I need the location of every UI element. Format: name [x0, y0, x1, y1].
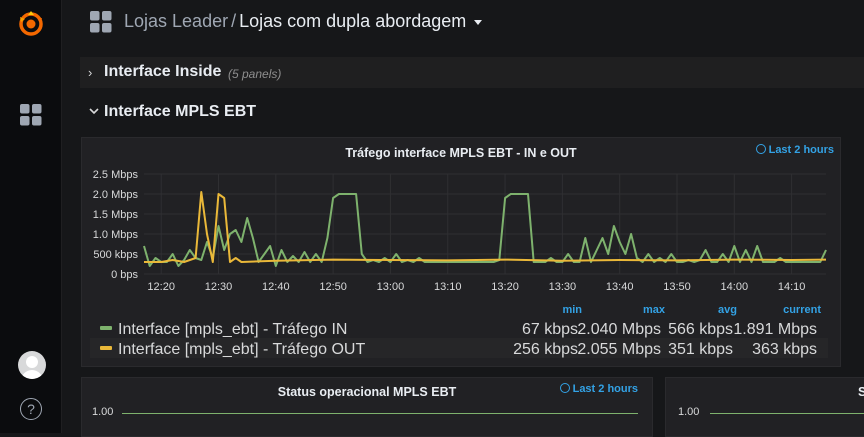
- y-tick-label: 2.0 Mbps: [93, 189, 139, 201]
- x-tick-label: 13:30: [549, 281, 577, 292]
- clock-icon: [755, 144, 766, 154]
- panel-right-partial: S 1.00: [665, 377, 864, 437]
- series-in-name[interactable]: Interface [mpls_ebt] - Tráfego IN: [118, 321, 347, 339]
- x-tick-label: 12:30: [205, 281, 233, 292]
- panel-time-info: Last 2 hours: [755, 144, 834, 156]
- y-tick-label: 2.5 Mbps: [93, 169, 139, 181]
- row-interface-inside[interactable]: › Interface Inside (5 panels): [80, 57, 864, 88]
- panel-status: Status operacional MPLS EBT Last 2 hours…: [81, 377, 653, 437]
- y-axis-top-label: 1.00: [678, 406, 700, 418]
- series-out-current: 363 kbps: [752, 341, 817, 358]
- y-tick-label: 500 kbps: [93, 249, 138, 261]
- series-in-avg: 566 kbps: [668, 321, 733, 338]
- x-tick-label: 13:10: [434, 281, 462, 292]
- chevron-down-icon[interactable]: [89, 108, 99, 116]
- top-navbar: Lojas Leader / Lojas com dupla abordagem: [62, 0, 864, 46]
- grafana-logo-icon[interactable]: [16, 8, 46, 38]
- clock-icon: [559, 383, 570, 393]
- legend-header-current[interactable]: current: [751, 304, 821, 316]
- time-info-label: Last 2 hours: [768, 144, 834, 156]
- breadcrumb[interactable]: Lojas Leader / Lojas com dupla abordagem: [124, 11, 483, 32]
- x-tick-label: 14:00: [721, 281, 749, 292]
- series-out-line[interactable]: [144, 191, 827, 263]
- series-out-swatch[interactable]: [100, 346, 112, 350]
- series-in-swatch[interactable]: [100, 326, 112, 330]
- series-out-name[interactable]: Interface [mpls_ebt] - Tráfego OUT: [118, 341, 365, 359]
- dashboards-icon[interactable]: [20, 104, 42, 131]
- status-line: [710, 413, 864, 414]
- dashboard-title[interactable]: Lojas com dupla abordagem: [239, 11, 466, 31]
- series-in-current: 1.891 Mbps: [733, 321, 817, 338]
- row-title[interactable]: Interface MPLS EBT: [104, 103, 256, 121]
- x-tick-label: 14:10: [778, 281, 806, 292]
- user-avatar[interactable]: [18, 351, 46, 379]
- legend-header-avg[interactable]: avg: [677, 304, 737, 316]
- series-out-max: 2.055 Mbps: [577, 341, 661, 358]
- series-in-line[interactable]: [143, 193, 827, 267]
- traffic-chart[interactable]: 0 bps 500 kbps 1.0 Mbps 1.5 Mbps 2.0 Mbps 2.5…: [82, 162, 840, 292]
- y-axis-top-label: 1.00: [92, 406, 114, 418]
- y-tick-label: 1.5 Mbps: [93, 209, 139, 221]
- series-in-max: 2.040 Mbps: [577, 321, 661, 338]
- x-tick-label: 12:20: [147, 281, 175, 292]
- series-out-min: 256 kbps: [513, 341, 578, 358]
- row-panel-count: (5 panels): [228, 67, 282, 81]
- y-tick-label: 0 bps: [111, 269, 138, 281]
- panel-traffic: Tráfego interface MPLS EBT - IN e OUT La…: [81, 137, 841, 367]
- row-interface-mpls-ebt[interactable]: Interface MPLS EBT: [80, 97, 864, 128]
- folder-link[interactable]: Lojas Leader: [124, 11, 228, 31]
- x-tick-label: 13:00: [377, 281, 405, 292]
- x-tick-label: 13:40: [606, 281, 634, 292]
- breadcrumb-separator: /: [231, 11, 237, 31]
- chevron-right-icon[interactable]: ›: [88, 65, 92, 80]
- x-tick-label: 12:40: [262, 281, 290, 292]
- caret-down-icon[interactable]: [474, 19, 483, 25]
- x-tick-label: 12:50: [319, 281, 347, 292]
- status-line: [122, 413, 638, 414]
- legend-header-min[interactable]: min: [522, 304, 582, 316]
- y-tick-label: 1.0 Mbps: [93, 229, 139, 241]
- panel-title[interactable]: Tráfego interface MPLS EBT - IN e OUT: [82, 146, 840, 160]
- panel-time-info: Last 2 hours: [559, 383, 638, 395]
- time-info-label: Last 2 hours: [572, 383, 638, 395]
- sidebar: ?: [0, 0, 62, 433]
- x-tick-label: 13:50: [663, 281, 691, 292]
- x-tick-label: 13:20: [491, 281, 519, 292]
- panel-title[interactable]: S: [858, 385, 864, 399]
- help-icon[interactable]: ?: [20, 398, 42, 420]
- row-title[interactable]: Interface Inside: [104, 63, 221, 81]
- legend-row-in[interactable]: Interface [mpls_ebt] - Tráfego IN 67 kbp…: [90, 318, 828, 338]
- series-out-avg: 351 kbps: [668, 341, 733, 358]
- legend-row-out[interactable]: Interface [mpls_ebt] - Tráfego OUT 256 k…: [90, 338, 828, 358]
- dashboard-grid-icon[interactable]: [90, 11, 112, 38]
- legend-header-max[interactable]: max: [605, 304, 665, 316]
- series-in-min: 67 kbps: [521, 321, 578, 338]
